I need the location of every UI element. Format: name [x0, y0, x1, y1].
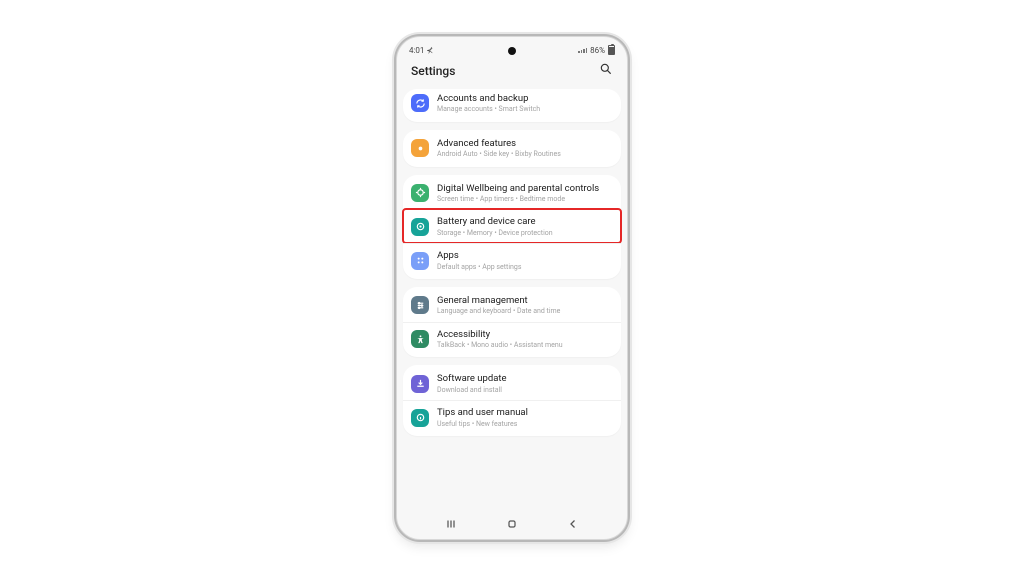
app-header: Settings [397, 57, 627, 88]
settings-row-digital-wellbeing[interactable]: Digital Wellbeing and parental controls … [403, 177, 621, 210]
row-subtitle: Default apps • App settings [437, 263, 613, 271]
battery-icon [608, 45, 615, 55]
row-title: Digital Wellbeing and parental controls [437, 183, 613, 194]
row-title: Accessibility [437, 329, 613, 340]
settings-row-software-update[interactable]: Software update Download and install [403, 367, 621, 400]
settings-row-general-management[interactable]: General management Language and keyboard… [403, 289, 621, 322]
row-subtitle: Useful tips • New features [437, 420, 613, 428]
nav-home-icon[interactable] [505, 518, 519, 533]
system-nav-bar [397, 516, 627, 535]
sync-icon [411, 94, 429, 112]
advanced-icon [411, 139, 429, 157]
row-subtitle: Storage • Memory • Device protection [437, 229, 613, 237]
settings-row-advanced-features[interactable]: Advanced features Android Auto • Side ke… [403, 132, 621, 165]
settings-row-battery-device-care[interactable]: Battery and device care Storage • Memory… [403, 209, 621, 243]
row-subtitle: Download and install [437, 386, 613, 394]
settings-group: Digital Wellbeing and parental controls … [403, 175, 621, 279]
page-title: Settings [411, 64, 455, 78]
phone-frame: 4:01 ⊀ 86% Settings Accounts an [396, 36, 628, 540]
row-title: Software update [437, 373, 613, 384]
apps-icon [411, 252, 429, 270]
row-subtitle: Android Auto • Side key • Bixby Routines [437, 150, 613, 158]
settings-row-accessibility[interactable]: Accessibility TalkBack • Mono audio • As… [403, 322, 621, 356]
settings-list[interactable]: Accounts and backup Manage accounts • Sm… [397, 89, 627, 519]
search-icon[interactable] [599, 61, 613, 80]
signal-icon [578, 48, 587, 53]
row-title: General management [437, 295, 613, 306]
settings-row-apps[interactable]: Apps Default apps • App settings [403, 243, 621, 277]
row-subtitle: Manage accounts • Smart Switch [437, 105, 613, 113]
front-camera [508, 47, 516, 55]
settings-row-tips-user-manual[interactable]: Tips and user manual Useful tips • New f… [403, 400, 621, 434]
nav-recents-icon[interactable] [444, 518, 458, 533]
device-care-icon [411, 218, 429, 236]
nav-back-icon[interactable] [566, 518, 580, 533]
wellbeing-icon [411, 184, 429, 202]
row-title: Advanced features [437, 138, 613, 149]
general-management-icon [411, 296, 429, 314]
battery-percent: 86% [590, 46, 605, 55]
accessibility-icon [411, 330, 429, 348]
settings-group: Advanced features Android Auto • Side ke… [403, 130, 621, 167]
settings-group: General management Language and keyboard… [403, 287, 621, 358]
row-subtitle: Screen time • App timers • Bedtime mode [437, 195, 613, 203]
row-title: Battery and device care [437, 216, 613, 227]
row-title: Accounts and backup [437, 93, 613, 104]
status-right: 86% [578, 45, 615, 55]
tips-icon [411, 409, 429, 427]
row-subtitle: Language and keyboard • Date and time [437, 307, 613, 315]
row-subtitle: TalkBack • Mono audio • Assistant menu [437, 341, 613, 349]
row-title: Apps [437, 250, 613, 261]
settings-group: Software update Download and install Tip… [403, 365, 621, 436]
row-title: Tips and user manual [437, 407, 613, 418]
software-update-icon [411, 375, 429, 393]
status-time: 4:01 ⊀ [409, 46, 433, 55]
settings-group: Accounts and backup Manage accounts • Sm… [403, 89, 621, 122]
settings-row-accounts-backup[interactable]: Accounts and backup Manage accounts • Sm… [403, 91, 621, 120]
